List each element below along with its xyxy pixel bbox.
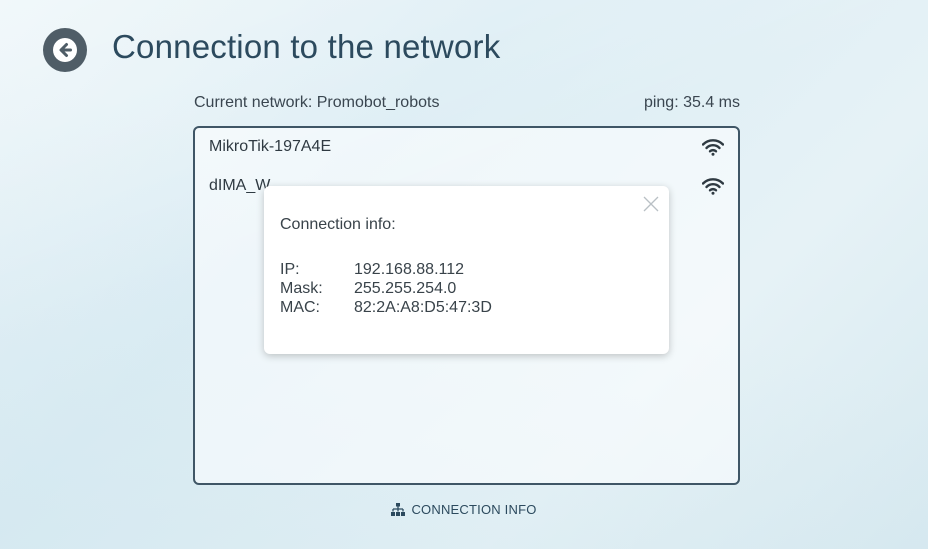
ping-label: ping: 35.4 ms — [643, 94, 740, 111]
connection-info-button-label: CONNECTION INFO — [411, 502, 537, 517]
network-ssid: dIMA_W — [209, 177, 271, 194]
mask-label: Mask: — [280, 280, 323, 297]
back-button[interactable] — [43, 28, 87, 72]
close-icon[interactable] — [641, 194, 661, 214]
mask-value: 255.255.254.0 — [354, 280, 457, 297]
ip-label: IP: — [280, 261, 300, 278]
connection-info-table: IP: 192.168.88.112 Mask: 255.255.254.0 M… — [280, 260, 653, 317]
mac-value: 82:2A:A8:D5:47:3D — [354, 299, 492, 316]
ip-value: 192.168.88.112 — [354, 261, 465, 278]
network-status-row: Current network: Promobot_robots ping: 3… — [194, 94, 740, 112]
network-ssid: MikroTik-197A4E — [209, 138, 332, 155]
arrow-left-circle-icon — [53, 38, 77, 62]
connection-info-button[interactable]: CONNECTION INFO — [0, 502, 928, 517]
connection-info-dialog: Connection info: IP: 192.168.88.112 Mask… — [264, 186, 669, 354]
dialog-title: Connection info: — [280, 216, 396, 233]
page-title: Connection to the network — [112, 28, 501, 65]
network-item[interactable]: MikroTik-197A4E — [209, 134, 724, 160]
mac-label: MAC: — [280, 299, 320, 316]
wifi-icon — [702, 139, 724, 156]
current-network-label: Current network: Promobot_robots — [194, 94, 440, 111]
wifi-icon — [702, 178, 724, 195]
network-icon — [391, 503, 406, 516]
